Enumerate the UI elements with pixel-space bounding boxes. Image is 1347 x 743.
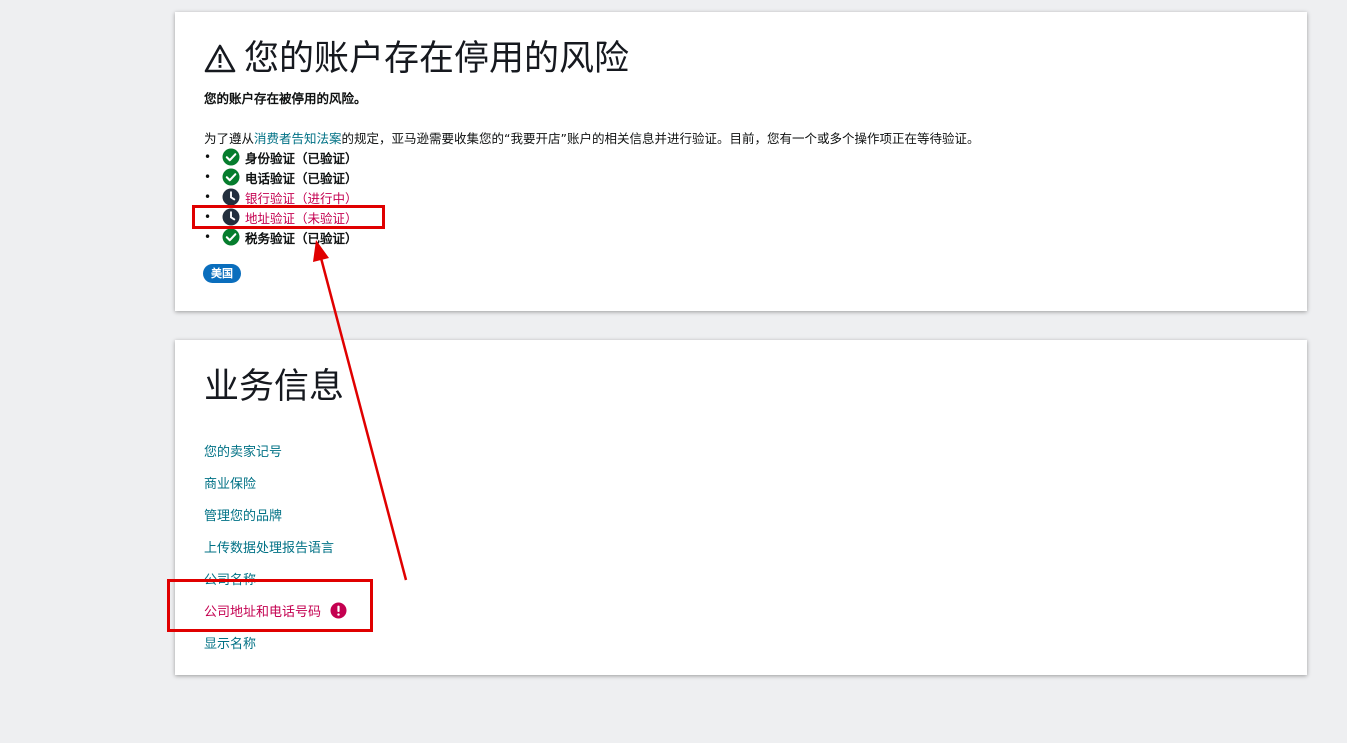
business-link[interactable]: 显示名称 <box>204 633 256 652</box>
verification-label: 身份验证（已验证） <box>245 150 358 166</box>
list-item: 显示名称 <box>204 626 347 658</box>
business-info-card: 业务信息 您的卖家记号 商业保险管理您的品牌上传数据处理报告语言 公司名称公司地址和… <box>175 340 1307 675</box>
list-item: 商业保险 <box>204 466 347 498</box>
verification-label[interactable]: 地址验证（未验证） <box>245 208 358 227</box>
risk-description-prefix: 为了遵从 <box>204 131 255 146</box>
verification-label: 税务验证（已验证） <box>245 230 358 246</box>
account-risk-card: 您的账户存在停用的风险 您的账户存在被停用的风险。 为了遵从消费者告知法案的规定… <box>175 12 1307 311</box>
risk-description: 为了遵从消费者告知法案的规定，亚马逊需要收集您的“我要开店”账户的相关信息并进行… <box>204 128 980 147</box>
alert-icon <box>330 602 347 619</box>
region-badge[interactable]: 美国 <box>203 264 241 283</box>
list-bullet: • <box>204 150 212 164</box>
check-circle-icon <box>222 228 240 246</box>
check-circle-icon <box>222 168 240 186</box>
verification-item: • 电话验证（已验证） <box>204 167 358 187</box>
business-link[interactable]: 上传数据处理报告语言 <box>204 537 334 556</box>
verification-item: • 银行验证（进行中） <box>204 187 358 207</box>
risk-title: 您的账户存在停用的风险 <box>204 36 629 82</box>
risk-subtitle: 您的账户存在被停用的风险。 <box>204 91 367 106</box>
list-item: 您的卖家记号 <box>204 434 347 466</box>
business-info-links: 您的卖家记号 商业保险管理您的品牌上传数据处理报告语言 公司名称公司地址和电话号码显… <box>204 434 347 658</box>
check-circle-icon <box>222 148 240 166</box>
business-link[interactable]: 您的卖家记号 <box>204 441 282 460</box>
consumer-act-link[interactable]: 消费者告知法案 <box>254 131 342 146</box>
verification-item: • 地址验证（未验证） <box>204 207 358 227</box>
risk-description-suffix: 的规定，亚马逊需要收集您的“我要开店”账户的相关信息并进行验证。目前，您有一个或… <box>341 131 980 146</box>
verification-item: • 身份验证（已验证） <box>204 147 358 167</box>
list-item: 管理您的品牌 <box>204 498 347 530</box>
list-bullet: • <box>204 190 212 204</box>
list-item: 上传数据处理报告语言 <box>204 530 347 562</box>
verification-label[interactable]: 银行验证（进行中） <box>245 188 358 207</box>
list-bullet: • <box>204 170 212 184</box>
business-info-title: 业务信息 <box>204 367 345 407</box>
clock-icon <box>222 208 240 226</box>
verification-list: • 身份验证（已验证） • 电话验证（已验证） • 银行验证（进行中） • 地址验证（未验证）… <box>204 147 358 247</box>
list-bullet: • <box>204 230 212 244</box>
verification-label: 电话验证（已验证） <box>245 170 358 186</box>
clock-icon <box>222 188 240 206</box>
business-link[interactable]: 管理您的品牌 <box>204 505 282 524</box>
list-item: 公司地址和电话号码 <box>204 594 347 626</box>
list-item: 公司名称 <box>204 562 347 594</box>
warning-icon <box>204 44 236 73</box>
business-link[interactable]: 公司名称 <box>204 569 256 588</box>
business-link[interactable]: 商业保险 <box>204 473 256 492</box>
verification-item: • 税务验证（已验证） <box>204 227 358 247</box>
list-bullet: • <box>204 210 212 224</box>
risk-title-text: 您的账户存在停用的风险 <box>244 39 630 79</box>
business-link[interactable]: 公司地址和电话号码 <box>204 601 321 620</box>
